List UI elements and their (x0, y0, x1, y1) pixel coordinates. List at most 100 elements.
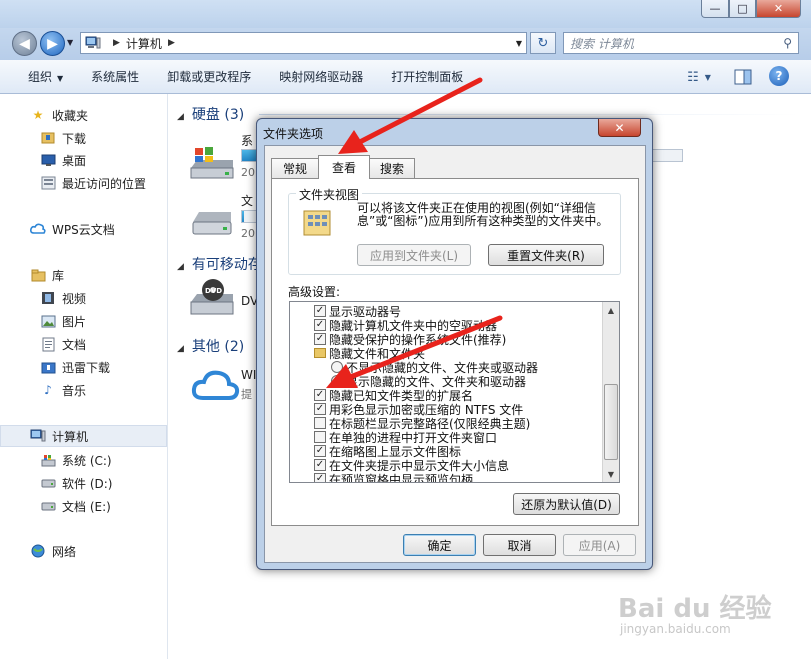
sidebar-item-computer[interactable]: 计算机 (0, 425, 167, 447)
advanced-setting-item[interactable]: ✓ 在文件夹提示中显示文件大小信息 (290, 458, 603, 472)
address-dropdown-icon[interactable]: ▼ (516, 39, 522, 48)
sidebar-item-drive-c[interactable]: 系统 (C:) (40, 449, 112, 471)
sidebar-item-documents[interactable]: 文档 (40, 333, 86, 355)
sidebar-item-network[interactable]: 网络 (30, 540, 76, 562)
forward-button[interactable]: ▶ (40, 31, 65, 56)
advanced-setting-item[interactable]: 在单独的进程中打开文件夹窗口 (290, 430, 603, 444)
sidebar-item-music[interactable]: ♪ 音乐 (40, 379, 86, 401)
download-folder-icon (40, 359, 56, 375)
sidebar-label: 库 (52, 268, 65, 283)
sidebar-item-desktop[interactable]: 桌面 (40, 149, 86, 171)
sidebar-item-xunlei[interactable]: 迅雷下载 (40, 356, 110, 378)
scroll-up-icon[interactable]: ▲ (603, 302, 619, 318)
sidebar-item-favorites[interactable]: ★ 收藏夹 (30, 104, 88, 126)
ok-button[interactable]: 确定 (403, 534, 476, 556)
watermark-url: jingyan.baidu.com (620, 622, 731, 636)
checkbox[interactable]: ✓ (314, 459, 326, 471)
library-icon (30, 267, 46, 283)
cancel-button[interactable]: 取消 (483, 534, 556, 556)
window-titlebar: — □ ✕ (0, 0, 811, 28)
red-arrow-icon (338, 77, 483, 154)
dvd-drive-icon[interactable]: DVD (187, 278, 237, 318)
film-icon (40, 290, 56, 306)
collapse-triangle-icon[interactable]: ◢ (177, 344, 184, 354)
group-title: 硬盘 (3) (191, 107, 245, 123)
uninstall-program-button[interactable]: 卸载或更改程序 (153, 68, 265, 85)
baidu-jingyan-logo: Bai du 经验 (618, 594, 772, 624)
navigation-bar: ◀ ▶ ▼ ▶ 计算机 ▶ ▼ ↻ 搜索 计算机 ⚲ (0, 28, 811, 60)
sidebar-item-downloads[interactable]: 下载 (40, 127, 86, 149)
help-icon[interactable]: ? (769, 66, 789, 86)
breadcrumb-computer[interactable]: 计算机 (126, 35, 162, 52)
advanced-setting-label: 在缩略图上显示文件图标 (329, 444, 462, 459)
group-hard-disks[interactable]: ◢ 硬盘 (3) (177, 104, 244, 124)
address-bar[interactable]: ▶ 计算机 ▶ ▼ (80, 32, 527, 54)
wps-item-name[interactable]: WI (241, 368, 256, 382)
breadcrumb-separator-icon[interactable]: ▶ (113, 38, 120, 48)
group-other[interactable]: ◢ 其他 (2) (177, 336, 244, 356)
breadcrumb-separator-icon[interactable]: ▶ (168, 38, 175, 48)
settings-scrollbar[interactable]: ▲ ▼ (602, 302, 619, 482)
collapse-triangle-icon[interactable]: ◢ (177, 112, 184, 122)
checkbox[interactable]: ✓ (314, 403, 326, 415)
search-input[interactable]: 搜索 计算机 ⚲ (563, 32, 799, 54)
recent-pages-dropdown[interactable]: ▼ (67, 38, 73, 47)
drive-e-free-space: 20 (241, 227, 255, 240)
maximize-button[interactable]: □ (729, 0, 756, 18)
organize-menu[interactable]: 组织 ▼ (0, 68, 77, 85)
tab-view[interactable]: 查看 (318, 155, 370, 179)
checkbox[interactable] (314, 431, 326, 443)
advanced-settings-label: 高级设置: (288, 285, 341, 299)
organize-label: 组织 (28, 70, 53, 84)
advanced-setting-item[interactable]: ✓ 在缩略图上显示文件图标 (290, 444, 603, 458)
preview-pane-shape (734, 69, 752, 85)
sidebar-label: 计算机 (52, 429, 89, 444)
drive-c-name[interactable]: 系 (241, 132, 253, 149)
windows-drive-icon[interactable] (187, 142, 237, 182)
drive-c-free-space: 20 (241, 166, 255, 179)
sidebar-item-wps[interactable]: WPS云文档 (30, 218, 115, 240)
tab-general[interactable]: 常规 (271, 158, 319, 178)
apply-button[interactable]: 应用(A) (563, 534, 636, 556)
sidebar-label: 收藏夹 (52, 108, 89, 123)
restore-defaults-button[interactable]: 还原为默认值(D) (513, 493, 620, 515)
advanced-setting-item[interactable]: 在标题栏显示完整路径(仅限经典主题) (290, 416, 603, 430)
back-button[interactable]: ◀ (12, 31, 37, 56)
advanced-setting-item[interactable]: ✓ 在预览窗格中显示预览句柄 (290, 472, 603, 482)
sidebar-item-recent[interactable]: 最近访问的位置 (40, 172, 146, 194)
advanced-setting-label: 用彩色显示加密或压缩的 NTFS 文件 (329, 402, 524, 417)
reset-folders-button[interactable]: 重置文件夹(R) (488, 244, 604, 266)
preview-pane-icon[interactable] (732, 66, 754, 88)
apply-to-folders-button[interactable]: 应用到文件夹(L) (357, 244, 471, 266)
group-title: 其他 (2) (191, 339, 245, 355)
advanced-setting-label: 在单独的进程中打开文件夹窗口 (329, 430, 498, 445)
checkbox[interactable] (314, 417, 326, 429)
folder-views-legend: 文件夹视图 (296, 186, 363, 203)
refresh-button[interactable]: ↻ (530, 32, 556, 54)
navigation-pane: ★ 收藏夹 下载 桌面 最近访问的位置 WPS云文档 库 视频 图片 文档 迅雷下… (0, 94, 168, 659)
minimize-button[interactable]: — (701, 0, 729, 18)
sidebar-item-drive-e[interactable]: 文档 (E:) (40, 495, 111, 517)
system-properties-button[interactable]: 系统属性 (77, 68, 153, 85)
wps-cloud-icon[interactable] (191, 366, 241, 406)
dialog-title: 文件夹选项 (263, 127, 324, 141)
sidebar-item-library[interactable]: 库 (30, 264, 64, 286)
advanced-setting-item[interactable]: ✓ 用彩色显示加密或压缩的 NTFS 文件 (290, 402, 603, 416)
scroll-thumb[interactable] (604, 384, 618, 460)
close-button[interactable]: ✕ (756, 0, 801, 18)
sidebar-label: 最近访问的位置 (62, 176, 147, 191)
scroll-down-icon[interactable]: ▼ (603, 466, 619, 482)
dialog-close-button[interactable]: ✕ (598, 119, 641, 137)
hard-drive-icon[interactable] (187, 202, 237, 242)
checkbox[interactable]: ✓ (314, 445, 326, 457)
collapse-triangle-icon[interactable]: ◢ (177, 262, 184, 272)
group-removable[interactable]: ◢ 有可移动存 (177, 254, 262, 274)
search-icon[interactable]: ⚲ (783, 36, 792, 50)
drive-e-name[interactable]: 文 (241, 192, 253, 209)
sidebar-item-pictures[interactable]: 图片 (40, 310, 86, 332)
change-view-icon[interactable]: ☷ ▼ (680, 66, 718, 88)
checkbox[interactable]: ✓ (314, 473, 326, 482)
sidebar-item-videos[interactable]: 视频 (40, 287, 86, 309)
sidebar-item-drive-d[interactable]: 软件 (D:) (40, 472, 112, 494)
sidebar-label: 视频 (62, 291, 87, 306)
